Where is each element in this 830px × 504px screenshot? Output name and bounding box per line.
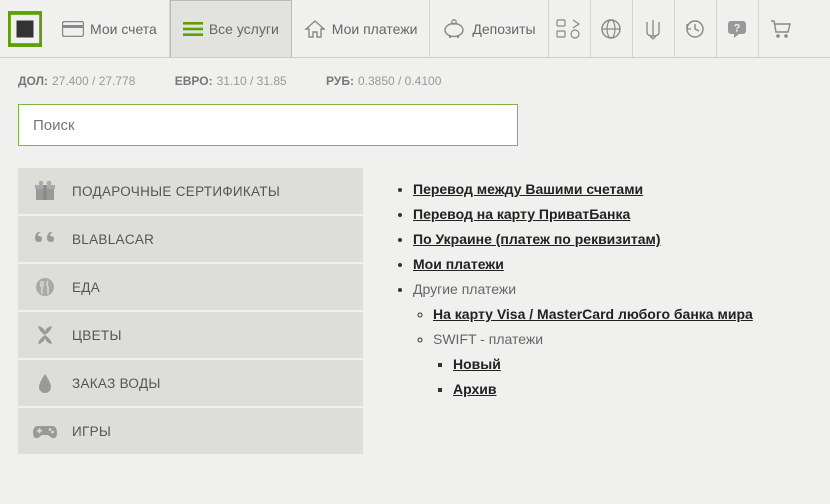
nav-accounts-label: Мои счета (90, 21, 157, 37)
nav-deposits-label: Депозиты (472, 21, 535, 37)
food-icon (32, 276, 58, 298)
piggy-icon (442, 19, 466, 39)
label-swift: SWIFT - платежи (433, 331, 543, 347)
services-tree: Перевод между Вашими счетами Перевод на … (393, 168, 812, 456)
category-gift[interactable]: ПОДАРОЧНЫЕ СЕРТИФИКАТЫ (18, 168, 363, 214)
tree-item: На карту Visa / MasterCard любого банка … (433, 306, 812, 322)
cart-icon (768, 18, 792, 40)
nav-help[interactable]: ? (717, 0, 759, 57)
nav-payments-label: Мои платежи (332, 21, 418, 37)
link-swift-new[interactable]: Новый (453, 356, 501, 372)
category-label: ИГРЫ (72, 424, 111, 439)
bank-logo-icon (8, 11, 42, 47)
link-transfer-privat[interactable]: Перевод на карту ПриватБанка (413, 206, 630, 222)
tree-item: SWIFT - платежи Новый Архив (433, 331, 812, 397)
help-icon: ? (725, 18, 749, 40)
nav-history[interactable] (675, 0, 717, 57)
search-input[interactable] (18, 104, 518, 146)
eur-label: ЕВРО: (175, 74, 213, 88)
water-icon (32, 372, 58, 394)
nav-payments[interactable]: Мои платежи (292, 0, 431, 57)
category-label: ЕДА (72, 280, 100, 295)
category-label: ЗАКАЗ ВОДЫ (72, 376, 161, 391)
nav-deposits[interactable]: Депозиты (430, 0, 548, 57)
category-flowers[interactable]: ЦВЕТЫ (18, 312, 363, 358)
trident-icon (643, 18, 663, 40)
gift-icon (32, 180, 58, 202)
top-navigation: Мои счета Все услуги Мои платежи Депозит… (0, 0, 830, 58)
rub-label: РУБ: (326, 74, 354, 88)
usd-value: 27.400 / 27.778 (52, 74, 135, 88)
category-label: ЦВЕТЫ (72, 328, 122, 343)
category-games[interactable]: ИГРЫ (18, 408, 363, 454)
link-visa-mc-world[interactable]: На карту Visa / MasterCard любого банка … (433, 306, 753, 322)
search-container (0, 98, 830, 168)
category-blablacar[interactable]: BLABLACAR (18, 216, 363, 262)
gamepad-icon (32, 421, 58, 441)
tree-item: По Украине (платеж по реквизитам) (413, 231, 812, 247)
eur-value: 31.10 / 31.85 (217, 74, 287, 88)
nav-tickets[interactable] (549, 0, 591, 57)
tree-item: Перевод между Вашими счетами (413, 181, 812, 197)
main-content: ПОДАРОЧНЫЕ СЕРТИФИКАТЫ BLABLACAR ЕДА ЦВЕ… (0, 168, 830, 456)
nav-globe[interactable] (591, 0, 633, 57)
nav-services-label: Все услуги (209, 21, 279, 37)
usd-label: ДОЛ: (18, 74, 48, 88)
globe-icon (600, 18, 622, 40)
link-my-payments[interactable]: Мои платежи (413, 256, 504, 272)
label-other-payments: Другие платежи (413, 281, 516, 297)
category-label: BLABLACAR (72, 232, 154, 247)
rub-value: 0.3850 / 0.4100 (358, 74, 441, 88)
currency-rates: ДОЛ: 27.400 / 27.778 ЕВРО: 31.10 / 31.85 Р… (0, 58, 830, 98)
nav-trident[interactable] (633, 0, 675, 57)
link-swift-archive[interactable]: Архив (453, 381, 496, 397)
flower-icon (32, 324, 58, 346)
history-icon (684, 18, 706, 40)
nav-services[interactable]: Все услуги (170, 0, 292, 57)
category-list: ПОДАРОЧНЫЕ СЕРТИФИКАТЫ BLABLACAR ЕДА ЦВЕ… (18, 168, 363, 456)
list-icon (183, 21, 203, 37)
card-icon (62, 21, 84, 37)
nav-cart[interactable] (759, 0, 801, 57)
transport-icon (556, 18, 582, 40)
home-icon (304, 19, 326, 39)
quotes-icon (32, 228, 58, 250)
tree-item: Перевод на карту ПриватБанка (413, 206, 812, 222)
nav-accounts[interactable]: Мои счета (50, 0, 170, 57)
link-transfer-own[interactable]: Перевод между Вашими счетами (413, 181, 643, 197)
category-food[interactable]: ЕДА (18, 264, 363, 310)
tree-item: Архив (453, 381, 812, 397)
tree-item: Другие платежи На карту Visa / MasterCar… (413, 281, 812, 397)
tree-item: Мои платежи (413, 256, 812, 272)
svg-text:?: ? (734, 22, 741, 34)
logo[interactable] (0, 0, 50, 57)
link-ukraine-requisites[interactable]: По Украине (платеж по реквизитам) (413, 231, 661, 247)
category-label: ПОДАРОЧНЫЕ СЕРТИФИКАТЫ (72, 184, 280, 199)
category-water[interactable]: ЗАКАЗ ВОДЫ (18, 360, 363, 406)
tree-item: Новый (453, 356, 812, 372)
